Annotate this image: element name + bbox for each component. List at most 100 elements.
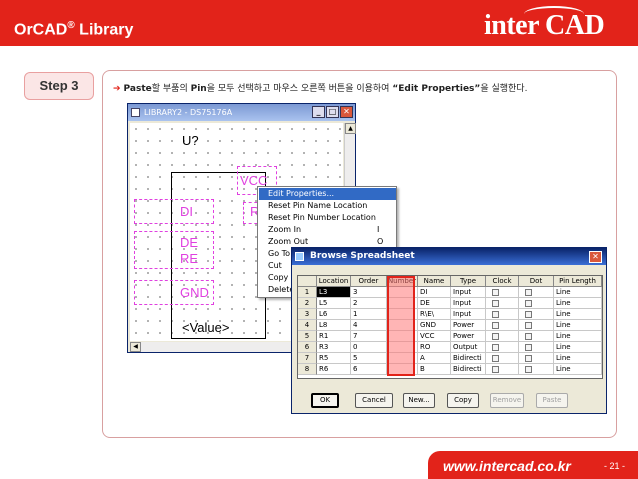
name-cell[interactable]: A	[418, 353, 451, 364]
checkbox[interactable]	[525, 354, 532, 362]
column-header[interactable]: Clock	[486, 276, 519, 287]
dot-cell[interactable]	[519, 364, 554, 375]
column-header[interactable]: Name	[418, 276, 451, 287]
pin-length-cell[interactable]: Line	[554, 353, 602, 364]
pin-length-cell[interactable]: Line	[554, 287, 602, 298]
type-cell[interactable]: Bidirecti	[451, 364, 486, 375]
column-header[interactable]: Location	[317, 276, 351, 287]
checkbox[interactable]	[525, 310, 532, 318]
dialog-titlebar[interactable]: Browse Spreadsheet	[292, 248, 606, 265]
location-cell[interactable]: R6	[317, 364, 351, 375]
scroll-up-icon[interactable]: ▲	[345, 123, 356, 134]
name-cell[interactable]: GND	[418, 320, 451, 331]
menu-item-zoom-in[interactable]: Zoom In I	[259, 224, 396, 236]
type-cell[interactable]: Input	[451, 298, 486, 309]
pin-spreadsheet-grid[interactable]: LocationOrderNumberNameTypeClockDotPin L…	[297, 275, 603, 379]
order-cell[interactable]: 4	[351, 320, 387, 331]
type-cell[interactable]: Output	[451, 342, 486, 353]
name-cell[interactable]: DE	[418, 298, 451, 309]
location-cell[interactable]: R1	[317, 331, 351, 342]
column-header[interactable]: Order	[351, 276, 387, 287]
menu-item-reset-pin-name-location[interactable]: Reset Pin Name Location	[259, 200, 396, 212]
clock-cell[interactable]	[486, 298, 519, 309]
checkbox[interactable]	[525, 321, 532, 329]
dot-cell[interactable]	[519, 309, 554, 320]
clock-cell[interactable]	[486, 309, 519, 320]
checkbox[interactable]	[525, 343, 532, 351]
menu-item-edit-properties[interactable]: Edit Properties...	[259, 188, 396, 200]
pin-length-cell[interactable]: Line	[554, 298, 602, 309]
pin-selection-di[interactable]	[134, 199, 214, 224]
row-number[interactable]: 8	[298, 364, 317, 375]
maximize-button[interactable]: □	[326, 106, 339, 118]
dot-cell[interactable]	[519, 298, 554, 309]
row-number[interactable]: 4	[298, 320, 317, 331]
clock-cell[interactable]	[486, 342, 519, 353]
checkbox[interactable]	[525, 365, 532, 373]
dot-cell[interactable]	[519, 342, 554, 353]
column-header[interactable]: Pin Length	[554, 276, 602, 287]
dot-cell[interactable]	[519, 353, 554, 364]
copy-button[interactable]: Copy	[447, 393, 479, 408]
type-cell[interactable]: Input	[451, 309, 486, 320]
pin-length-cell[interactable]: Line	[554, 342, 602, 353]
type-cell[interactable]: Power	[451, 331, 486, 342]
menu-item-reset-pin-number-location[interactable]: Reset Pin Number Location	[259, 212, 396, 224]
checkbox[interactable]	[492, 332, 499, 340]
dot-cell[interactable]	[519, 331, 554, 342]
pin-selection-de-re[interactable]	[134, 231, 214, 269]
location-cell[interactable]: L6	[317, 309, 351, 320]
checkbox[interactable]	[525, 332, 532, 340]
checkbox[interactable]	[492, 288, 499, 296]
location-cell[interactable]: R5	[317, 353, 351, 364]
checkbox[interactable]	[525, 299, 532, 307]
order-cell[interactable]: 3	[351, 287, 387, 298]
name-cell[interactable]: RO	[418, 342, 451, 353]
location-cell[interactable]: L8	[317, 320, 351, 331]
order-cell[interactable]: 0	[351, 342, 387, 353]
dialog-close-button[interactable]: ✕	[589, 251, 602, 263]
order-cell[interactable]: 6	[351, 364, 387, 375]
scroll-left-icon[interactable]: ◀	[130, 342, 141, 352]
pin-length-cell[interactable]: Line	[554, 320, 602, 331]
type-cell[interactable]: Power	[451, 320, 486, 331]
row-number[interactable]: 6	[298, 342, 317, 353]
row-number[interactable]: 1	[298, 287, 317, 298]
website-url[interactable]: www.intercad.co.kr	[443, 458, 571, 474]
order-cell[interactable]: 2	[351, 298, 387, 309]
checkbox[interactable]	[492, 299, 499, 307]
order-cell[interactable]: 5	[351, 353, 387, 364]
column-header[interactable]: Dot	[519, 276, 554, 287]
checkbox[interactable]	[492, 321, 499, 329]
row-number[interactable]: 3	[298, 309, 317, 320]
location-cell[interactable]: L3	[317, 287, 351, 298]
minimize-button[interactable]: _	[312, 106, 325, 118]
cancel-button[interactable]: Cancel	[355, 393, 393, 408]
checkbox[interactable]	[492, 354, 499, 362]
dot-cell[interactable]	[519, 320, 554, 331]
clock-cell[interactable]	[486, 364, 519, 375]
checkbox[interactable]	[492, 343, 499, 351]
new-button[interactable]: New...	[403, 393, 435, 408]
location-cell[interactable]: R3	[317, 342, 351, 353]
pin-length-cell[interactable]: Line	[554, 364, 602, 375]
row-number[interactable]: 2	[298, 298, 317, 309]
close-button[interactable]: ✕	[340, 106, 353, 118]
dot-cell[interactable]	[519, 287, 554, 298]
pin-length-cell[interactable]: Line	[554, 331, 602, 342]
type-cell[interactable]: Bidirecti	[451, 353, 486, 364]
clock-cell[interactable]	[486, 331, 519, 342]
row-number[interactable]: 7	[298, 353, 317, 364]
name-cell[interactable]: VCC	[418, 331, 451, 342]
pin-length-cell[interactable]: Line	[554, 309, 602, 320]
name-cell[interactable]: R\E\	[418, 309, 451, 320]
location-cell[interactable]: L5	[317, 298, 351, 309]
row-number[interactable]: 5	[298, 331, 317, 342]
clock-cell[interactable]	[486, 320, 519, 331]
checkbox[interactable]	[492, 365, 499, 373]
ok-button[interactable]: OK	[311, 393, 339, 408]
name-cell[interactable]: B	[418, 364, 451, 375]
checkbox[interactable]	[492, 310, 499, 318]
clock-cell[interactable]	[486, 353, 519, 364]
checkbox[interactable]	[525, 288, 532, 296]
